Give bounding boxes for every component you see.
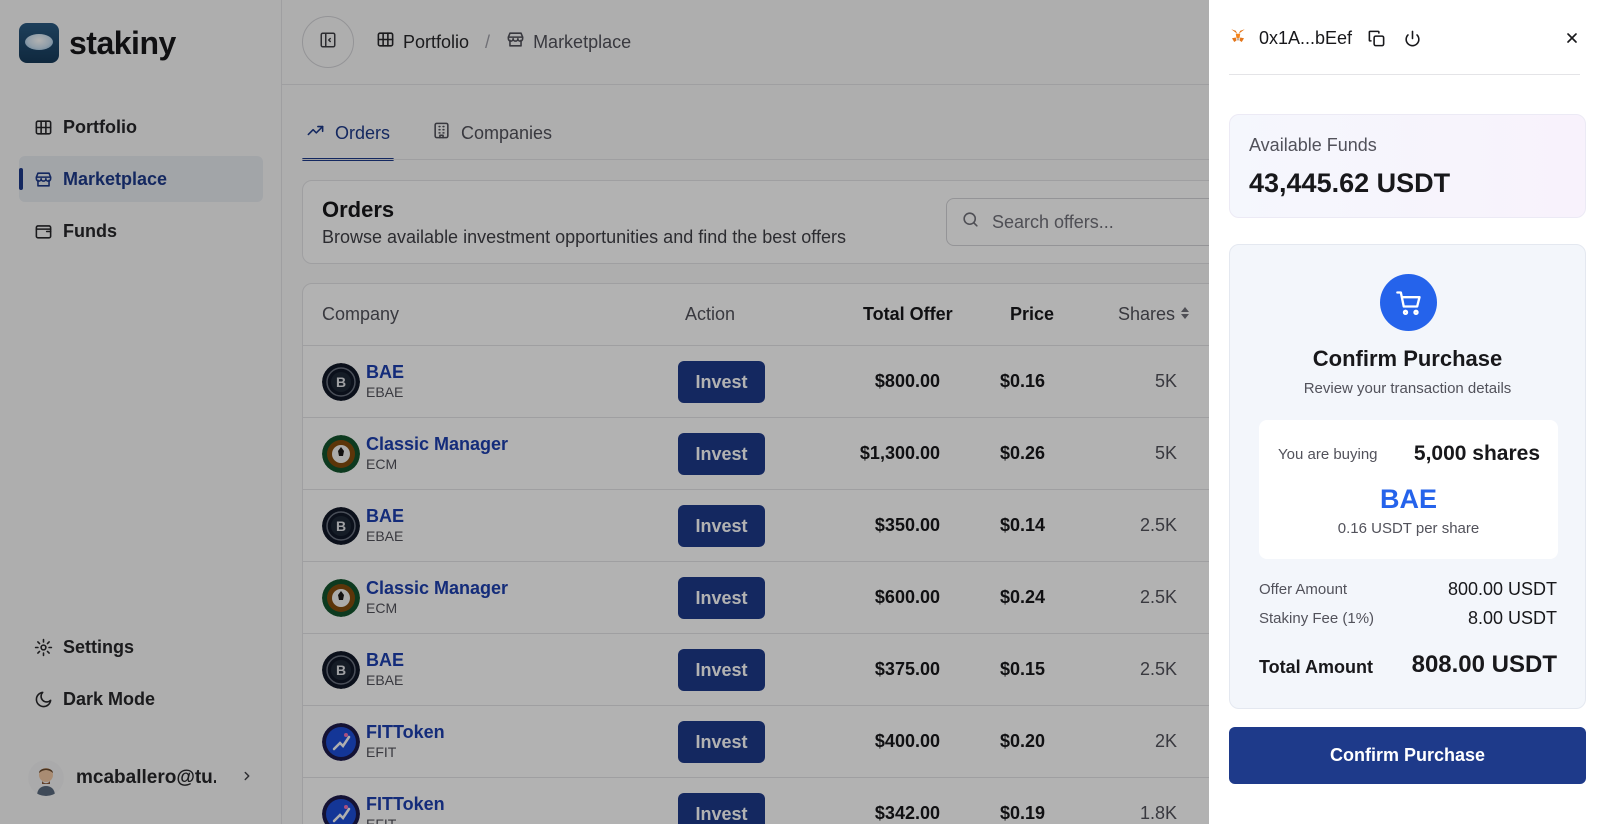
offer-amount-value: 800.00 USDT (1447, 579, 1557, 599)
confirm-subtitle: Review your transaction details (1303, 380, 1512, 397)
total-label: Total Amount (1259, 657, 1373, 677)
confirm-title: Confirm Purchase (1312, 346, 1503, 371)
copy-icon[interactable] (1364, 26, 1388, 50)
confirm-purchase-card: Confirm Purchase Review your transaction… (1229, 244, 1586, 709)
confirm-purchase-button[interactable]: Confirm Purchase (1229, 727, 1586, 784)
shopping-cart-icon (1380, 274, 1437, 331)
wallet-address: 0x1A...bEef (1259, 27, 1353, 48)
buying-company: BAE (1379, 484, 1437, 514)
price-per-share: 0.16 USDT per share (1337, 520, 1480, 537)
funds-value: 43,445.62 USDT (1249, 168, 1451, 198)
total-value: 808.00 USDT (1411, 651, 1557, 678)
wallet-row: 0x1A...bEef (1229, 26, 1424, 50)
fee-value: 8.00 USDT (1467, 608, 1557, 628)
offer-amount-label: Offer Amount (1259, 581, 1348, 598)
available-funds-card: Available Funds 43,445.62 USDT (1229, 114, 1586, 218)
close-icon[interactable] (1560, 26, 1584, 50)
purchase-summary-box: You are buying 5,000 shares BAE 0.16 USD… (1259, 420, 1558, 559)
funds-label: Available Funds (1249, 135, 1377, 155)
power-icon[interactable] (1400, 26, 1424, 50)
drawer-divider (1229, 74, 1580, 75)
modal-overlay[interactable] (0, 0, 1209, 824)
buying-label: You are buying (1278, 446, 1378, 463)
metamask-fox-icon (1229, 27, 1247, 50)
buying-shares: 5,000 shares (1413, 442, 1540, 465)
fee-label: Stakiny Fee (1%) (1259, 610, 1375, 627)
purchase-drawer: 0x1A...bEef Available Funds 43,445.62 US… (1209, 0, 1600, 824)
